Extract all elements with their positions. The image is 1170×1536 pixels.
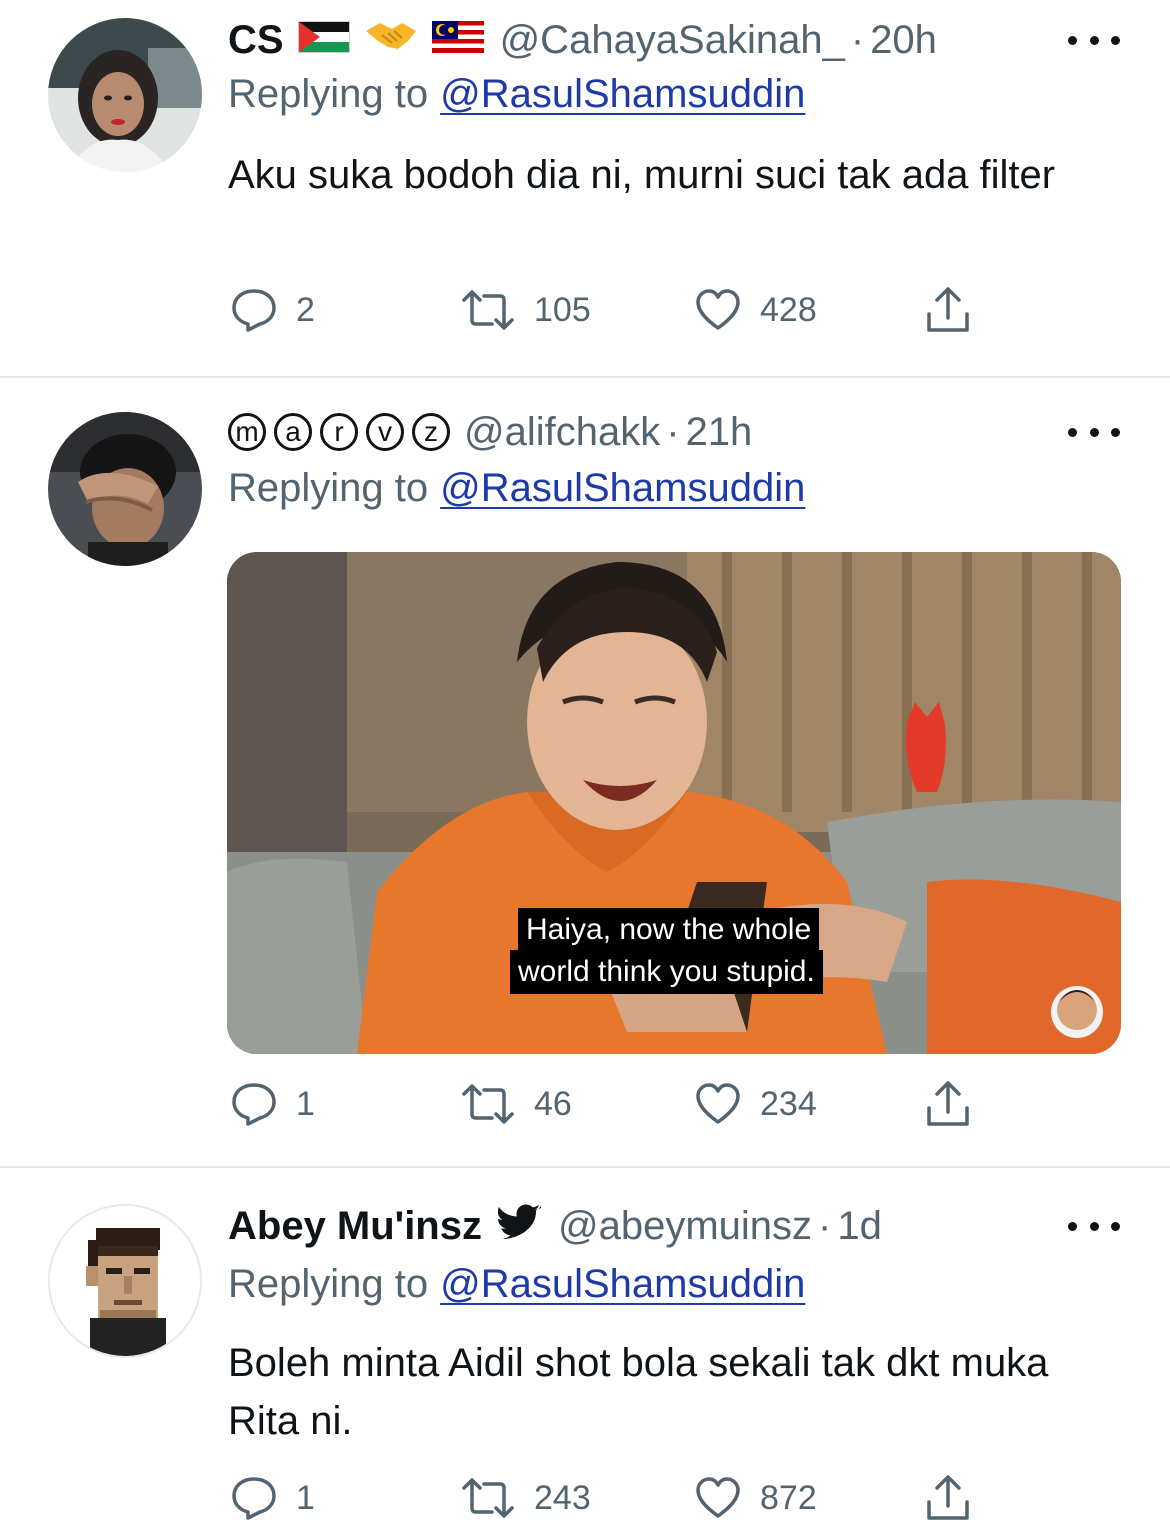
tweet-2[interactable]: m a r v z @alifchakk · 21h Replying to @R…	[0, 378, 1170, 1166]
retweet-icon	[462, 1084, 514, 1124]
replying-to-label: Replying to	[228, 466, 429, 510]
replying-to: Replying to @RasulShamsuddin	[228, 72, 805, 117]
like-icon	[696, 289, 740, 330]
share-button[interactable]	[924, 286, 972, 334]
reply-count: 1	[296, 1478, 315, 1517]
replying-to: Replying to @RasulShamsuddin	[228, 1262, 805, 1307]
display-name[interactable]: Abey Mu'insz	[228, 1204, 482, 1249]
more-icon[interactable]	[1068, 422, 1120, 442]
separator-dot: ·	[818, 1203, 832, 1248]
display-name-letter[interactable]: m	[228, 413, 266, 451]
avatar-alifchakk[interactable]	[48, 412, 202, 566]
handle[interactable]: @CahayaSakinah_	[500, 18, 845, 63]
retweet-icon	[462, 290, 514, 330]
reply-button[interactable]: 1	[230, 1082, 315, 1126]
retweet-count: 243	[534, 1478, 591, 1517]
bird-icon	[497, 1203, 542, 1249]
share-icon	[927, 287, 969, 332]
reply-icon	[232, 1083, 276, 1126]
like-icon	[696, 1083, 740, 1124]
tweet-text: Boleh minta Aidil shot bola sekali tak d…	[228, 1341, 1049, 1443]
retweet-count: 46	[534, 1084, 572, 1123]
mention-link[interactable]: @RasulShamsuddin	[440, 72, 805, 116]
display-name-letter[interactable]: r	[320, 413, 358, 451]
tweet-media-image[interactable]: Haiya, now the whole world think you stu…	[227, 552, 1121, 1054]
video-caption-line: world think you stupid.	[510, 950, 823, 994]
reply-button[interactable]: 1	[230, 1476, 315, 1520]
retweet-button[interactable]: 46	[460, 1084, 572, 1124]
share-icon	[927, 1081, 969, 1126]
like-button[interactable]: 872	[694, 1476, 817, 1520]
reply-icon	[232, 289, 276, 332]
like-count: 234	[760, 1084, 817, 1123]
reply-count: 2	[296, 290, 315, 329]
tweet-header: Abey Mu'insz @abeymuinsz · 1d	[228, 1196, 882, 1256]
like-count: 872	[760, 1478, 817, 1517]
retweet-button[interactable]: 105	[460, 290, 591, 330]
tweet-header: m a r v z @alifchakk · 21h	[228, 402, 752, 462]
tweet-1[interactable]: CS @CahayaSakinah_ · 20h Replying to @Ra…	[0, 0, 1170, 376]
retweet-button[interactable]: 243	[460, 1478, 591, 1518]
like-button[interactable]: 234	[694, 1082, 817, 1126]
share-button[interactable]	[924, 1474, 972, 1522]
display-name-letter[interactable]: v	[366, 413, 404, 451]
share-button[interactable]	[924, 1080, 972, 1128]
like-count: 428	[760, 290, 817, 329]
palestine-flag-icon	[297, 18, 350, 63]
like-icon	[696, 1477, 740, 1518]
mention-link[interactable]: @RasulShamsuddin	[440, 466, 805, 510]
display-name[interactable]: CS	[228, 18, 284, 63]
malaysia-flag-icon	[431, 18, 484, 63]
replying-to: Replying to @RasulShamsuddin	[228, 466, 805, 511]
tweet-3[interactable]: Abey Mu'insz @abeymuinsz · 1d Replying t…	[0, 1168, 1170, 1536]
mention-link[interactable]: @RasulShamsuddin	[440, 1262, 805, 1306]
separator-dot: ·	[850, 17, 865, 62]
retweet-icon	[462, 1478, 514, 1518]
display-name-letter[interactable]: a	[274, 413, 312, 451]
tweet-text: Aku suka bodoh dia ni, murni suci tak ad…	[228, 153, 1056, 197]
reply-button[interactable]: 2	[230, 288, 315, 332]
video-caption-line: Haiya, now the whole	[518, 908, 820, 952]
timestamp[interactable]: 1d	[837, 1204, 882, 1249]
like-button[interactable]: 428	[694, 288, 817, 332]
timestamp[interactable]: 21h	[686, 410, 753, 455]
avatar-abeymuinsz[interactable]	[48, 1204, 202, 1358]
replying-to-label: Replying to	[228, 72, 429, 116]
more-icon[interactable]	[1068, 1216, 1120, 1236]
more-icon[interactable]	[1068, 30, 1120, 50]
replying-to-label: Replying to	[228, 1262, 429, 1306]
avatar-cahayasakinah[interactable]	[48, 18, 202, 172]
share-icon	[927, 1475, 969, 1520]
reply-count: 1	[296, 1084, 315, 1123]
separator-dot: ·	[666, 409, 680, 454]
reply-icon	[232, 1477, 276, 1520]
timestamp[interactable]: 20h	[870, 18, 937, 63]
handshake-icon	[364, 17, 418, 63]
handle[interactable]: @alifchakk	[464, 410, 660, 455]
retweet-count: 105	[534, 290, 591, 329]
tweet-header: CS @CahayaSakinah_ · 20h	[228, 10, 937, 70]
display-name-letter[interactable]: z	[412, 413, 450, 451]
handle[interactable]: @abeymuinsz	[558, 1204, 812, 1249]
